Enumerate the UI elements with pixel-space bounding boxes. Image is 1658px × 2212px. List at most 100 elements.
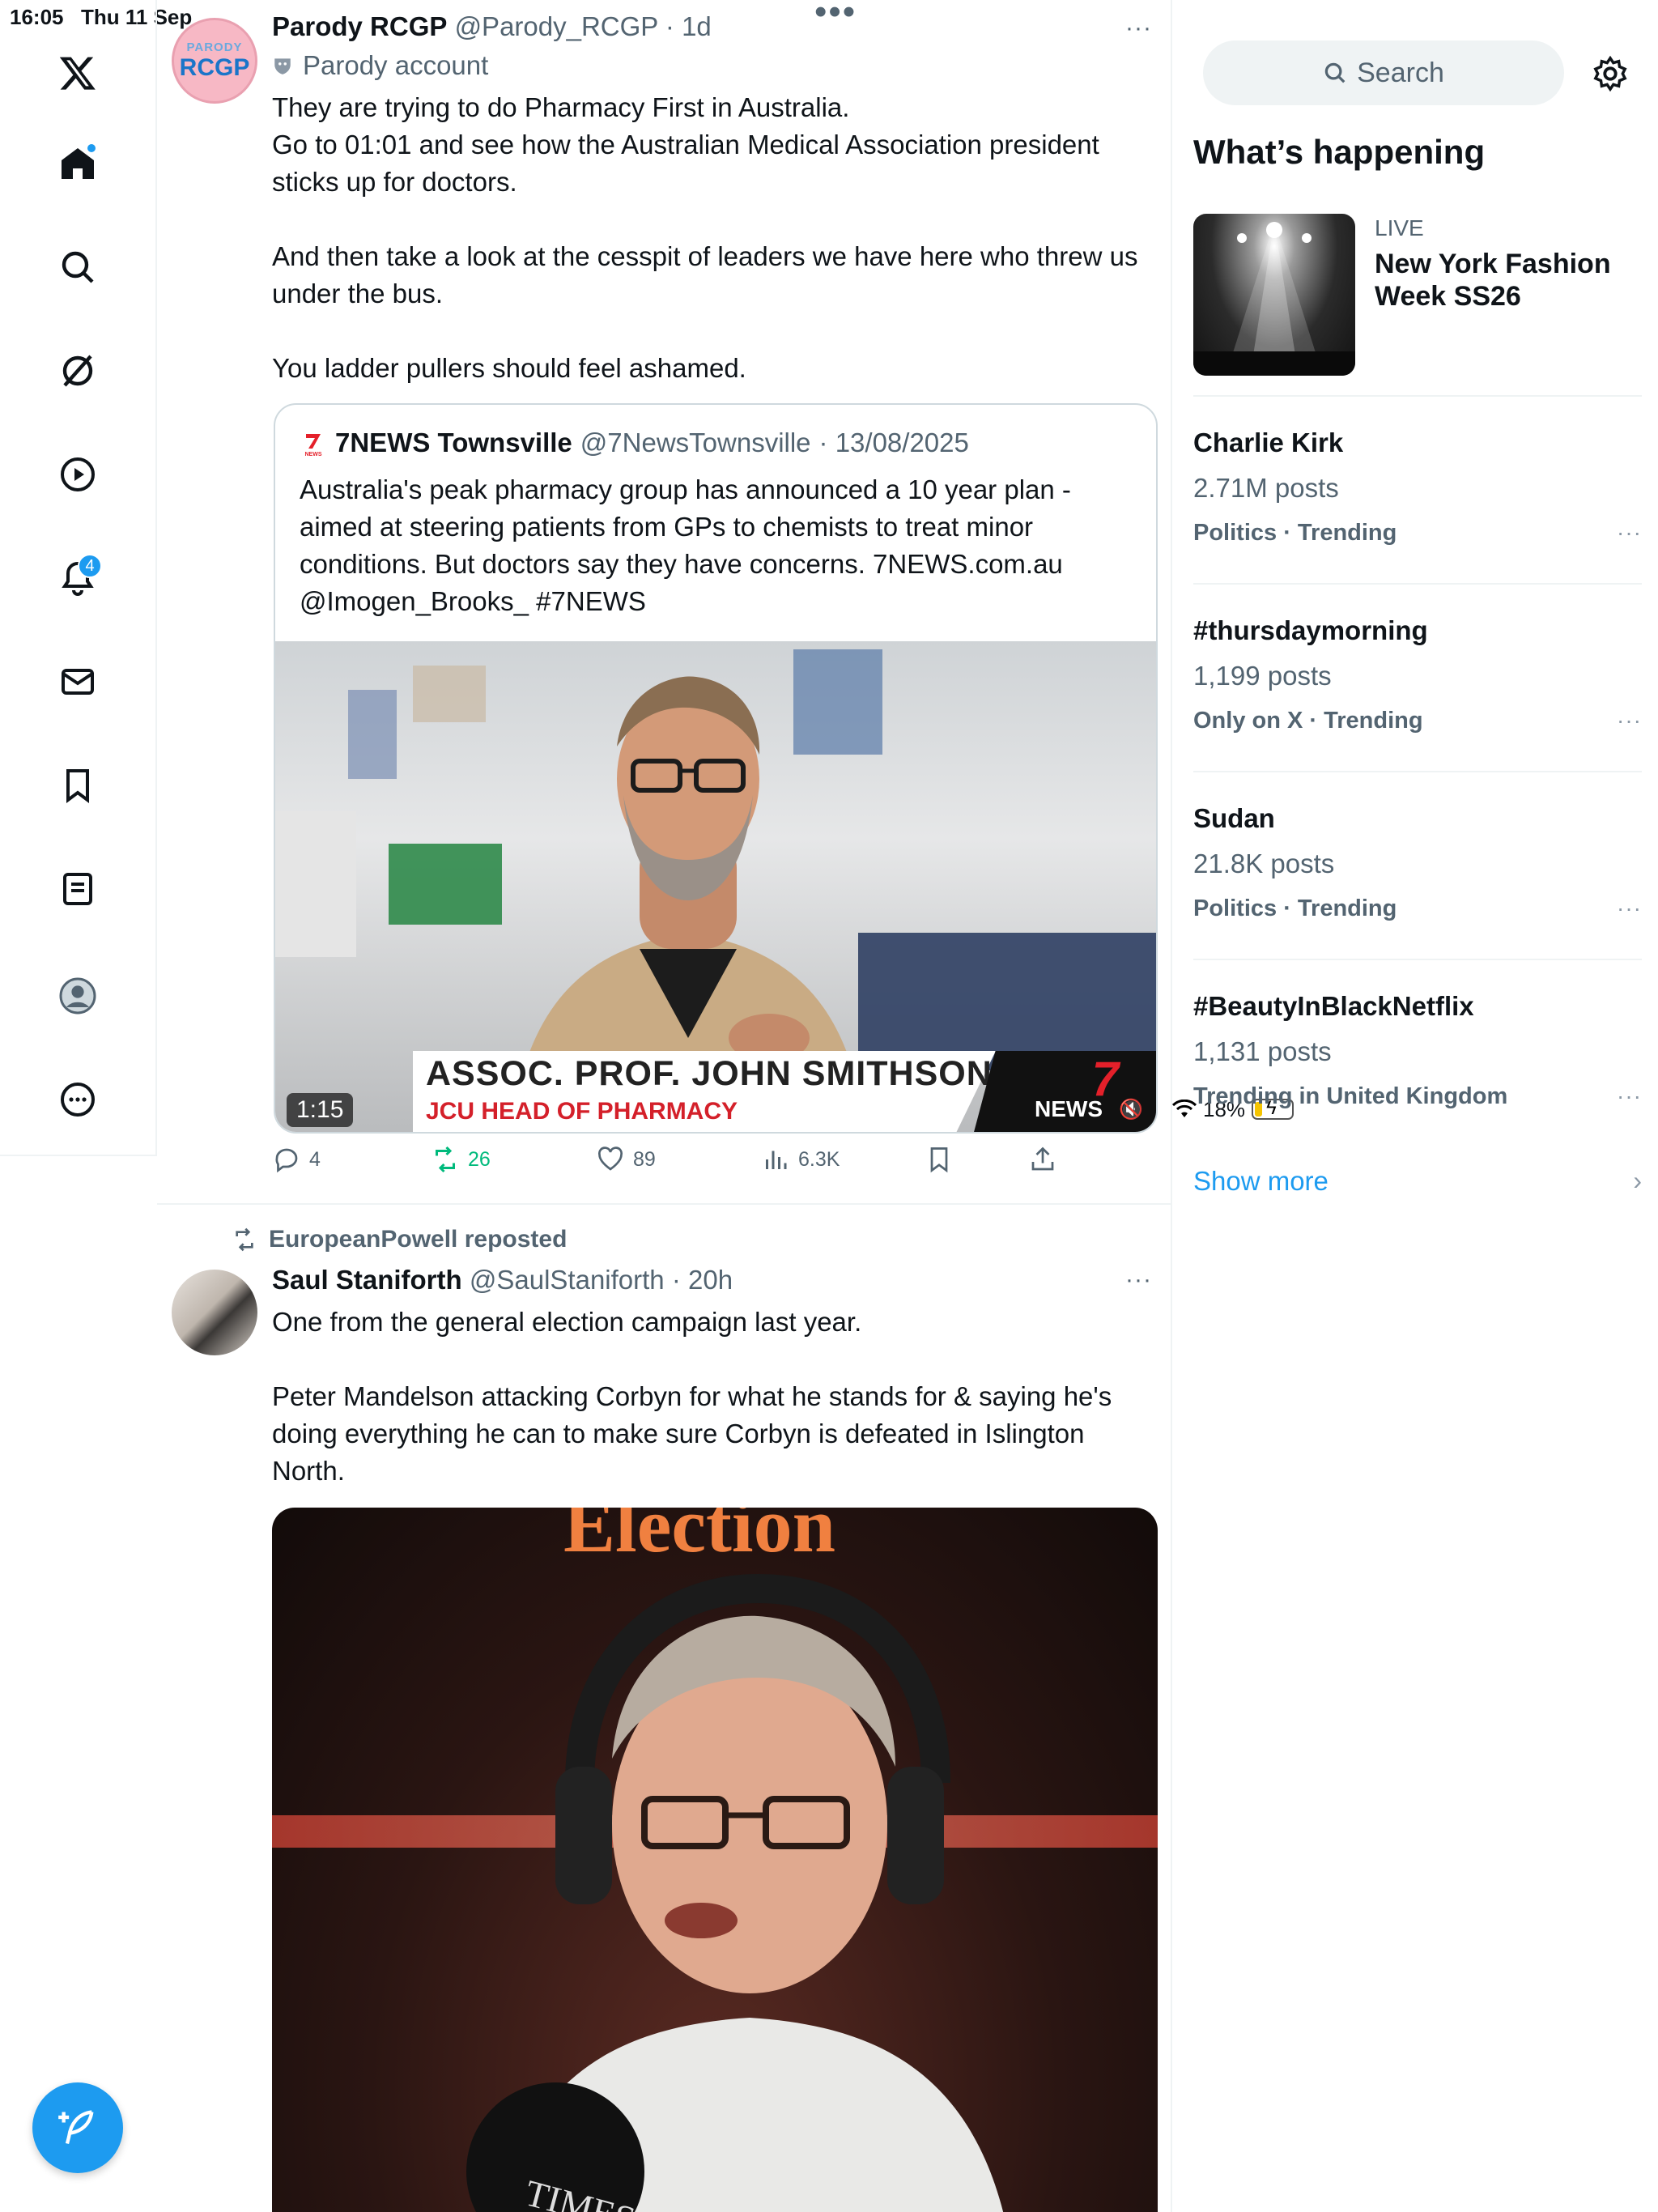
trend-name: Sudan (1193, 803, 1275, 833)
trend-item[interactable]: Charlie Kirk 2.71M posts Politics · Tren… (1193, 428, 1642, 606)
reply-count: 4 (309, 1147, 321, 1171)
live-event-thumbnail (1193, 214, 1355, 376)
trend-name: #BeautyInBlackNetflix (1193, 991, 1474, 1021)
repost-button[interactable]: 26 (431, 1145, 491, 1174)
quoted-header: NEWS 7NEWS Townsville @7NewsTownsville ·… (300, 428, 969, 458)
7news-logo-icon: NEWS (300, 429, 327, 457)
video-icon[interactable] (49, 445, 107, 504)
share-icon (1031, 1146, 1054, 1171)
show-more-link[interactable]: Show more (1193, 1166, 1329, 1197)
reply-icon (275, 1148, 298, 1173)
trend-posts: 21.8K posts (1193, 849, 1335, 878)
like-button[interactable]: 89 (596, 1145, 656, 1174)
mute-icon[interactable]: 🔇 (1119, 1098, 1143, 1121)
repost-icon (436, 1146, 455, 1173)
feather-plus-icon (58, 2110, 94, 2145)
trend-posts: 2.71M posts (1193, 473, 1339, 503)
explore-search-icon[interactable] (49, 238, 107, 296)
trend-name: #thursdaymorning (1193, 615, 1428, 645)
video-caption-role: JCU HEAD OF PHARMACY (426, 1098, 738, 1125)
home-icon[interactable] (49, 134, 107, 193)
tweet-age[interactable]: · 20h (672, 1265, 733, 1295)
quoted-date: · 13/08/2025 (818, 428, 969, 457)
notifications-icon[interactable]: 4 (49, 549, 107, 607)
quoted-tweet[interactable]: NEWS 7NEWS Townsville @7NewsTownsville ·… (274, 403, 1158, 1134)
right-sidebar: Search What’s happening LIVE New York Fa… (1172, 0, 1658, 2212)
quoted-author-handle[interactable]: @7NewsTownsville (580, 428, 811, 458)
repost-context[interactable]: EuropeanPowell reposted (232, 1226, 567, 1253)
video-player[interactable]: Election TIMES (272, 1508, 1158, 2212)
trend-name: Charlie Kirk (1193, 428, 1344, 457)
left-navigation: 4 (0, 0, 157, 1156)
reposted-by-text: EuropeanPowell reposted (269, 1226, 568, 1253)
profile-icon[interactable] (49, 967, 107, 1025)
search-input[interactable]: Search (1203, 40, 1564, 105)
trend-more-icon[interactable]: ··· (1617, 895, 1642, 921)
live-event-title: New York Fashion Week SS26 (1375, 249, 1611, 312)
bookmarks-icon[interactable] (49, 756, 107, 815)
tweet-more-icon[interactable]: ··· (1125, 1266, 1152, 1294)
video-caption-name: ASSOC. PROF. JOHN SMITHSON (426, 1054, 993, 1093)
video-lower-third: ASSOC. PROF. JOHN SMITHSON JCU HEAD OF P… (413, 1051, 1156, 1132)
search-icon (1324, 62, 1346, 83)
trend-more-icon[interactable]: ··· (1617, 520, 1642, 546)
trend-posts: 1,131 posts (1193, 1036, 1332, 1066)
tweet-more-icon[interactable]: ··· (1125, 15, 1152, 42)
settings-gear-icon[interactable] (1592, 55, 1629, 92)
video-brand-news: NEWS (1035, 1096, 1103, 1121)
avatar-text-rcgp: RCGP (179, 53, 250, 81)
trend-item[interactable]: Sudan 21.8K posts Politics · Trending ··… (1193, 803, 1642, 981)
home-unread-dot (86, 143, 97, 154)
bookmark-icon (930, 1147, 948, 1173)
section-heading: What’s happening (1193, 133, 1486, 171)
author-name[interactable]: Parody RCGP (272, 11, 447, 41)
search-placeholder: Search (1357, 57, 1444, 88)
avatar[interactable] (172, 1270, 257, 1355)
trend-category: Only on X · Trending (1193, 708, 1423, 734)
parody-label-text: Parody account (303, 50, 489, 80)
tweet-age[interactable]: · 1d (665, 11, 712, 41)
bookmark-button[interactable] (925, 1145, 954, 1174)
views-button[interactable]: 6.3K (761, 1145, 840, 1174)
parody-mask-icon (274, 58, 291, 74)
tweet-header: Parody RCGP @Parody_RCGP · 1d (272, 11, 712, 42)
trend-item[interactable]: #thursdaymorning 1,199 posts Only on X ·… (1193, 615, 1642, 793)
compose-post-button[interactable] (32, 2082, 123, 2173)
x-logo-icon[interactable] (49, 44, 107, 102)
author-handle[interactable]: @SaulStaniforth (470, 1265, 665, 1295)
heart-icon (598, 1146, 623, 1171)
grok-icon[interactable] (49, 342, 107, 400)
share-button[interactable] (1028, 1145, 1057, 1174)
avatar[interactable]: PARODY RCGP (172, 18, 257, 104)
repost-context-icon (236, 1227, 253, 1252)
timeline: ••• PARODY RCGP Parody RCGP @Parody_RCGP… (157, 0, 1172, 2212)
trend-more-icon[interactable]: ··· (1617, 708, 1642, 734)
lists-icon[interactable] (49, 860, 107, 918)
tweet-text: They are trying to do Pharmacy First in … (272, 92, 1138, 383)
trend-item[interactable]: #BeautyInBlackNetflix 1,131 posts Trendi… (1193, 991, 1642, 1169)
quoted-author-name[interactable]: 7NEWS Townsville (335, 428, 572, 458)
trend-posts: 1,199 posts (1193, 661, 1332, 691)
quoted-text: Australia's peak pharmacy group has anno… (300, 474, 1071, 616)
tweet-header: Saul Staniforth @SaulStaniforth · 20h (272, 1265, 733, 1295)
svg-text:NEWS: NEWS (305, 452, 322, 457)
video-person-image: TIMES (466, 1573, 1004, 2212)
trend-category: Politics · Trending (1193, 520, 1397, 546)
trend-more-icon[interactable]: ··· (1617, 1083, 1642, 1109)
author-handle[interactable]: @Parody_RCGP (455, 11, 658, 41)
like-count: 89 (633, 1147, 656, 1171)
chevron-right-icon[interactable]: › (1633, 1166, 1642, 1196)
more-options-icon[interactable] (49, 1070, 107, 1129)
repost-count: 26 (468, 1147, 491, 1171)
notifications-badge: 4 (78, 554, 102, 578)
reply-button[interactable]: 4 (272, 1145, 321, 1174)
avatar-text-parody: PARODY (186, 40, 243, 54)
messages-icon[interactable] (49, 653, 107, 711)
video-player[interactable]: ASSOC. PROF. JOHN SMITHSON JCU HEAD OF P… (275, 641, 1156, 1132)
author-name[interactable]: Saul Staniforth (272, 1265, 462, 1295)
drag-handle-dots[interactable]: ••• (814, 0, 857, 32)
trend-category: Trending in United Kingdom (1193, 1083, 1508, 1109)
views-chart-icon (766, 1151, 787, 1169)
trend-category: Politics · Trending (1193, 895, 1397, 921)
view-count: 6.3K (798, 1147, 840, 1171)
